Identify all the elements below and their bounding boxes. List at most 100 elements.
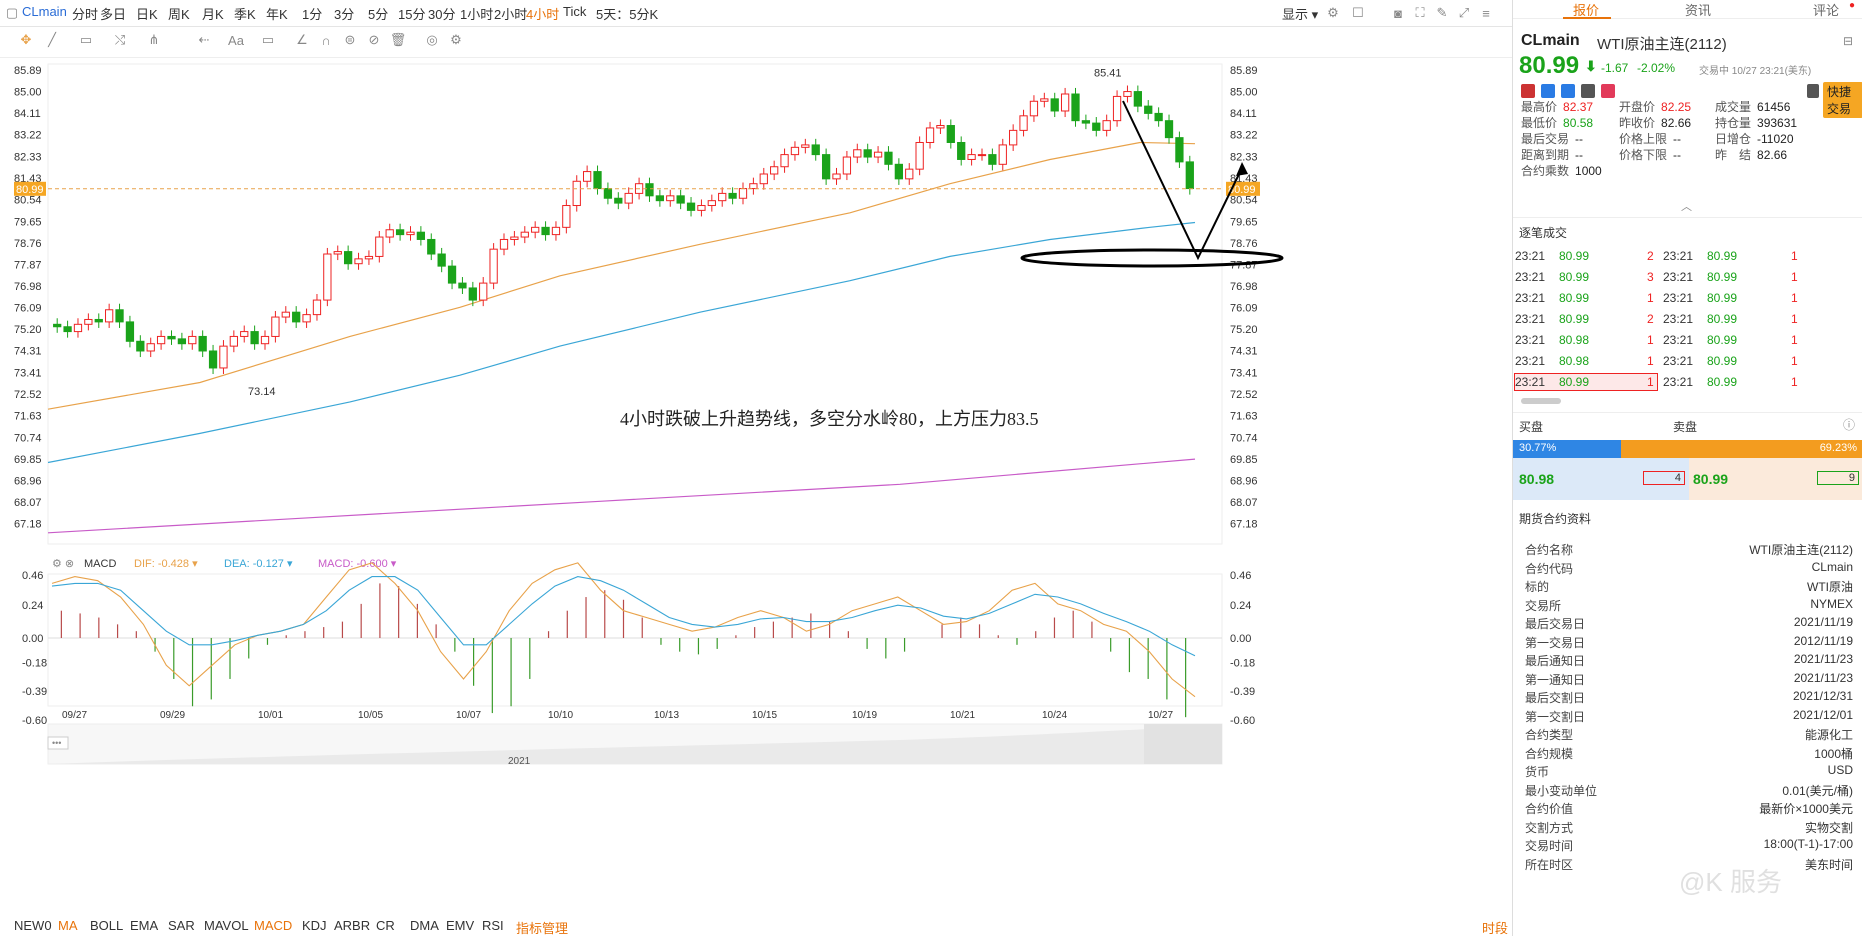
- indicator-tab-9[interactable]: CR: [376, 918, 395, 933]
- square-icon[interactable]: ▢: [4, 5, 20, 21]
- timeframe-4[interactable]: 月K: [202, 4, 224, 23]
- chevron-up-icon[interactable]: ︿: [1681, 198, 1692, 214]
- trade-cell: 3: [1647, 270, 1654, 284]
- navigator[interactable]: ••• 2021: [47, 723, 1223, 767]
- settings-icon[interactable]: ⚙: [448, 32, 464, 48]
- bid-level[interactable]: 80.98 4: [1513, 458, 1689, 500]
- indicator-tab-3[interactable]: EMA: [130, 918, 158, 933]
- indicator-tab-6[interactable]: MACD: [254, 918, 292, 933]
- indicator-tab-1[interactable]: MA: [58, 918, 78, 933]
- info-row: 最小变动单位 0.01(美元/桶): [1521, 779, 1857, 799]
- timeframe-7[interactable]: 1分: [302, 4, 322, 23]
- lock-icon[interactable]: ⊜: [342, 32, 358, 48]
- eye-icon[interactable]: ◎: [424, 32, 440, 48]
- candle-body: [645, 183, 654, 197]
- left-price-tick: 76.98: [14, 281, 42, 293]
- timeframe-16[interactable]: 5天：5分K: [596, 4, 658, 23]
- session-button[interactable]: 时段: [1482, 918, 1508, 937]
- timeframe-3[interactable]: 周K: [168, 4, 190, 23]
- camera-icon[interactable]: ◙: [1390, 5, 1406, 21]
- candle-body: [260, 335, 270, 345]
- kline-chart[interactable]: MAMA55: 82.847 ▾MA144: 79.592 ▴MA900: 69…: [0, 58, 1512, 918]
- doc-icon[interactable]: [1581, 84, 1595, 98]
- timeframe-10[interactable]: 15分: [398, 4, 425, 23]
- left-price-tick: 73.41: [14, 368, 42, 380]
- candle: [1102, 114, 1111, 137]
- line-tool-icon[interactable]: ╱: [44, 32, 60, 48]
- fullscreen-icon[interactable]: ⛶: [1412, 5, 1428, 21]
- measure-icon[interactable]: ⇠: [196, 32, 212, 48]
- quick-trade-button[interactable]: 快捷交易: [1823, 82, 1862, 118]
- option-icon[interactable]: [1541, 84, 1555, 98]
- timeframe-9[interactable]: 5分: [368, 4, 388, 23]
- timeframe-1[interactable]: 多日: [100, 4, 126, 23]
- checkbox-icon[interactable]: ☐: [1350, 5, 1366, 21]
- candle-body: [447, 265, 457, 284]
- timeframe-14[interactable]: 4小时: [526, 4, 559, 23]
- heart-icon[interactable]: [1601, 84, 1615, 98]
- candle-body: [998, 144, 1007, 165]
- timeframe-8[interactable]: 3分: [334, 4, 354, 23]
- indicator-tab-12[interactable]: RSI: [482, 918, 504, 933]
- right-price-tick: 80.54: [1230, 195, 1258, 207]
- crosshair-icon[interactable]: ✥: [18, 32, 34, 48]
- macd-left-tick: -0.60: [22, 715, 47, 727]
- candle: [292, 306, 301, 328]
- timeframe-0[interactable]: 分时: [72, 4, 98, 23]
- timeframe-11[interactable]: 30分: [428, 4, 455, 23]
- timeframe-2[interactable]: 日K: [136, 4, 158, 23]
- collapse-icon[interactable]: ⊟: [1843, 34, 1853, 48]
- candle: [863, 143, 872, 164]
- indicator-tab-10[interactable]: DMA: [410, 918, 439, 933]
- candle: [853, 143, 862, 164]
- timeframe-13[interactable]: 2小时: [494, 4, 527, 23]
- info-value: 2012/11/19: [1793, 633, 1853, 648]
- candle: [811, 138, 820, 161]
- trade-cell: 80.99: [1707, 249, 1738, 263]
- quote-stat-value: 82.25: [1661, 100, 1692, 114]
- date-tick: 10/15: [752, 710, 777, 721]
- pencil-icon[interactable]: ✎: [1434, 5, 1450, 21]
- indicator-tab-11[interactable]: EMV: [446, 918, 474, 933]
- scrollbar[interactable]: [1521, 398, 1561, 404]
- display-menu[interactable]: 显示 ▾: [1282, 4, 1318, 23]
- pitchfork-icon[interactable]: ⋔: [146, 32, 162, 48]
- trade-cell: 23:21: [1663, 312, 1694, 326]
- trade-cell: 23:21: [1515, 270, 1546, 284]
- indicator-tab-8[interactable]: ARBR: [334, 918, 370, 933]
- help-icon[interactable]: ⓘ: [1843, 416, 1855, 433]
- bell-icon[interactable]: [1807, 84, 1819, 98]
- ask-level[interactable]: 80.99 9: [1689, 458, 1862, 500]
- hide-icon[interactable]: ⊘: [366, 32, 382, 48]
- note-icon[interactable]: ▭: [260, 32, 276, 48]
- candle-body: [1164, 120, 1174, 139]
- gear-icon[interactable]: ⚙: [1325, 5, 1341, 21]
- candle: [801, 138, 810, 154]
- indicator-tab-4[interactable]: SAR: [168, 918, 195, 933]
- timeframe-15[interactable]: Tick: [563, 4, 586, 19]
- quote-stat-value: 1000: [1575, 164, 1602, 178]
- indicator-tab-13[interactable]: 指标管理: [516, 918, 568, 937]
- timeframe-5[interactable]: 季K: [234, 4, 256, 23]
- indicator-tab-7[interactable]: KDJ: [302, 918, 327, 933]
- angle-icon[interactable]: ∠: [294, 32, 310, 48]
- menu-icon[interactable]: ≡: [1478, 5, 1494, 21]
- path-tool-icon[interactable]: ⤭: [112, 32, 128, 48]
- indicator-tab-5[interactable]: MAVOL: [204, 918, 249, 933]
- tab-comments[interactable]: 评论: [1813, 0, 1839, 19]
- tab-news[interactable]: 资讯: [1685, 0, 1711, 19]
- person-icon[interactable]: [1561, 84, 1575, 98]
- us-flag-icon: [1521, 84, 1535, 98]
- magnet-icon[interactable]: ∩: [318, 32, 334, 48]
- expand-icon[interactable]: ⤢: [1456, 5, 1472, 21]
- indicator-tab-0[interactable]: NEW0: [14, 918, 52, 933]
- trash-icon[interactable]: 🗑: [390, 32, 407, 48]
- text-tool-icon[interactable]: Aa: [228, 32, 244, 48]
- candle-body: [499, 238, 509, 250]
- indicator-tab-2[interactable]: BOLL: [90, 918, 123, 933]
- rect-tool-icon[interactable]: ▭: [78, 32, 94, 48]
- symbol-label[interactable]: CLmain: [22, 4, 67, 19]
- date-tick: 10/01: [258, 710, 283, 721]
- timeframe-12[interactable]: 1小时: [460, 4, 493, 23]
- timeframe-6[interactable]: 年K: [266, 4, 288, 23]
